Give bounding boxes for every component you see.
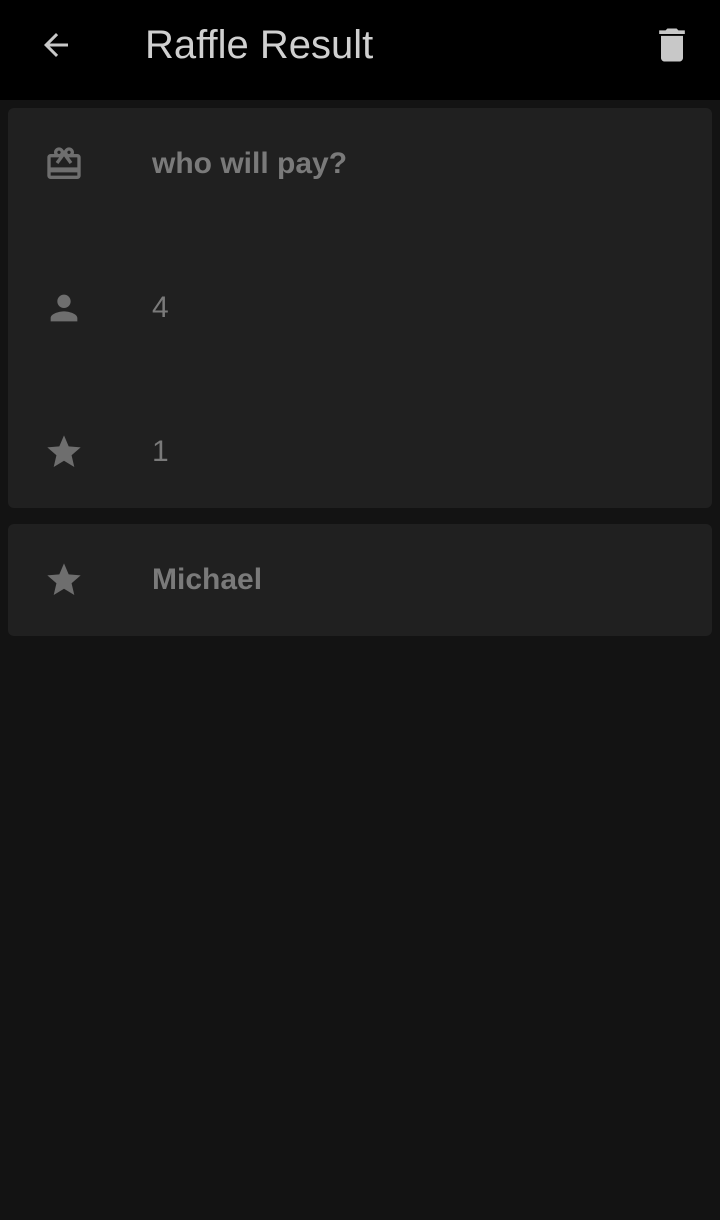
participants-row: 4 [8,252,712,364]
trash-icon [659,28,685,62]
raffle-name-row: who will pay? [8,108,712,220]
participants-count: 4 [152,291,169,324]
winner-card: Michael [8,524,712,636]
winners-count: 1 [152,435,169,468]
list-item: Michael [8,524,712,636]
winner-name: Michael [152,563,263,596]
arrow-back-icon [44,33,68,57]
raffle-name: who will pay? [152,147,348,180]
star-icon [44,560,84,600]
page-title: Raffle Result [145,23,374,67]
raffle-info-card: who will pay? 4 1 [8,108,712,508]
delete-button[interactable] [644,17,700,73]
raffle-result-screen: Raffle Result who will pay? 4 1 Michael [0,0,720,1220]
star-icon [44,432,84,472]
winners-count-row: 1 [8,396,712,508]
gift-card-icon [44,144,84,184]
app-bar: Raffle Result [0,0,720,100]
back-button[interactable] [28,17,84,73]
person-icon [44,288,84,328]
